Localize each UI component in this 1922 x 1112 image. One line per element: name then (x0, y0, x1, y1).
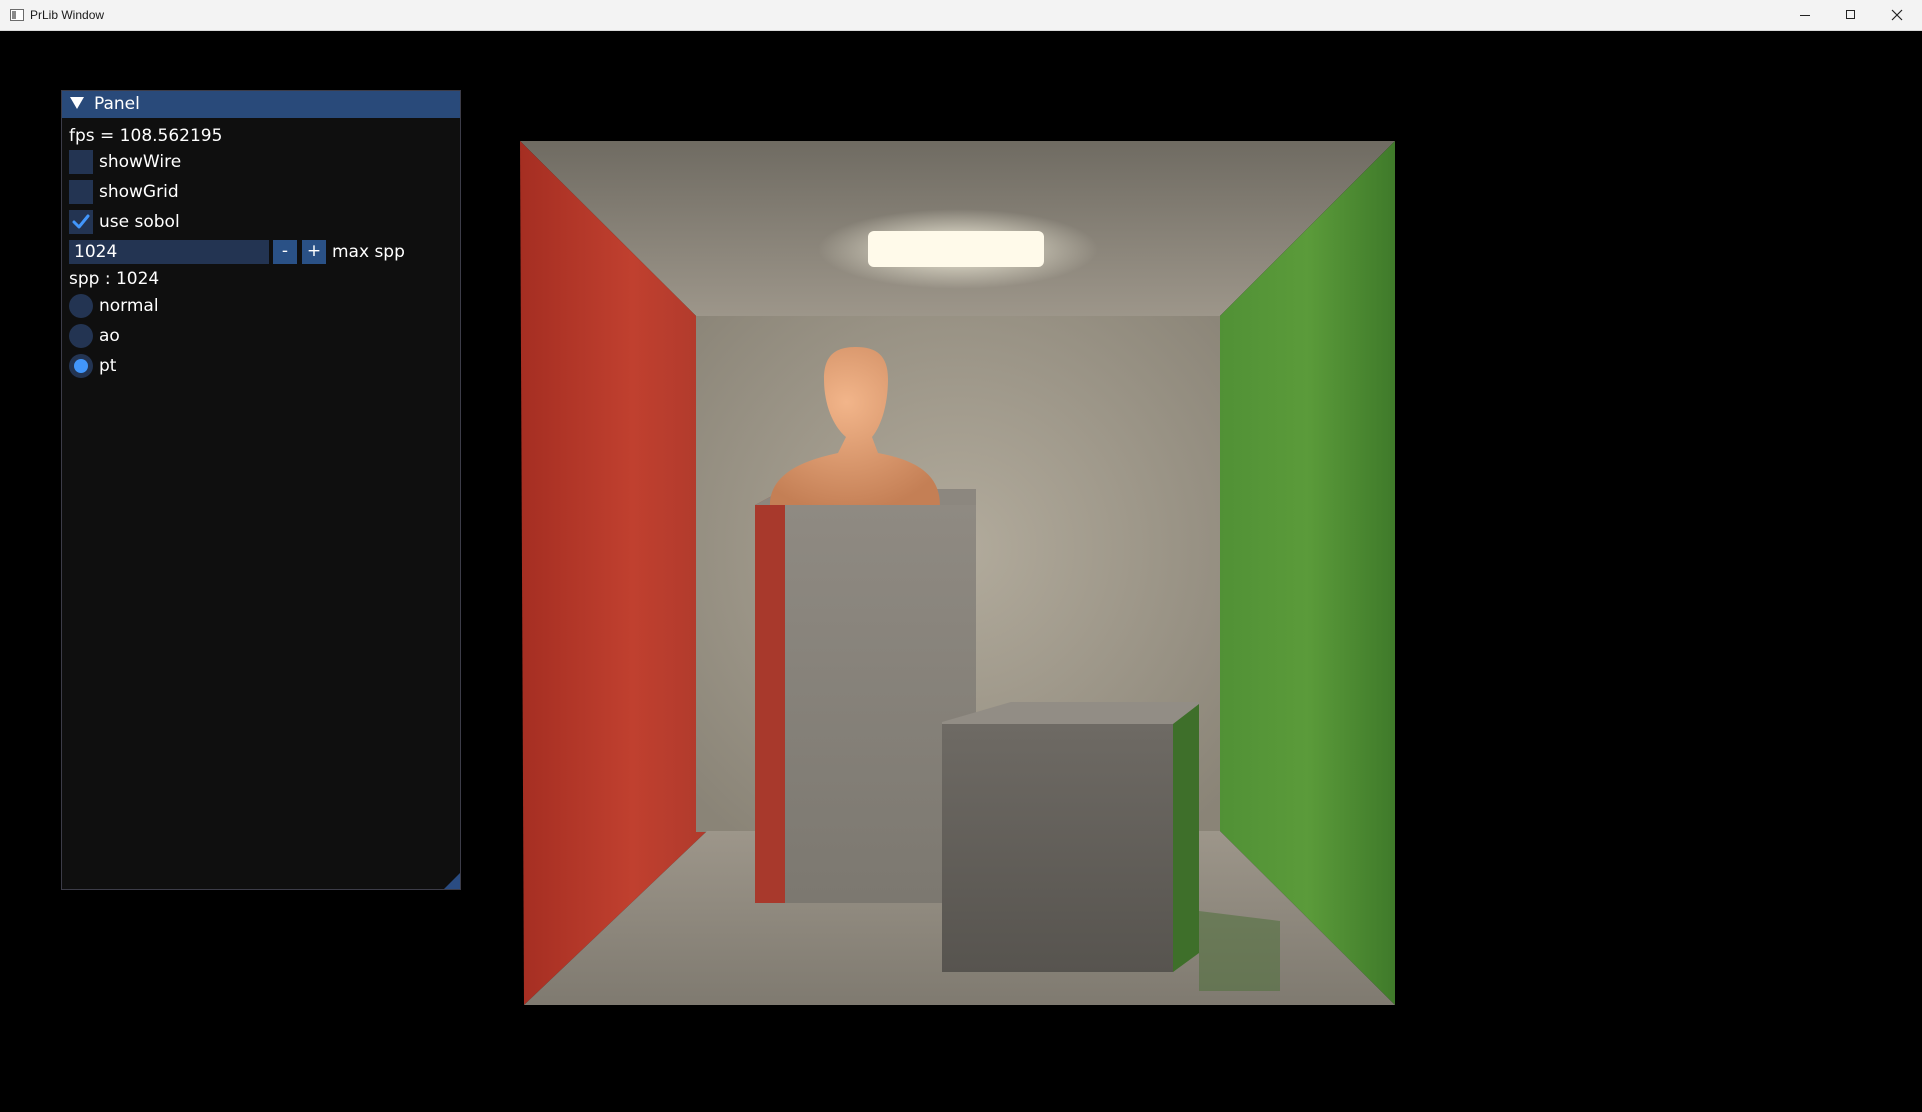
control-panel[interactable]: Panel fps = 108.562195 showWire showGrid… (61, 90, 461, 890)
checkmark-icon (72, 214, 90, 229)
short-box-front (942, 724, 1173, 972)
collapse-arrow-icon[interactable] (70, 97, 84, 109)
max-spp-decrement-button[interactable]: - (273, 240, 297, 264)
minimize-button[interactable] (1783, 0, 1829, 31)
panel-header[interactable]: Panel (62, 91, 460, 118)
show-grid-checkbox[interactable] (69, 180, 93, 204)
window-title: PrLib Window (30, 8, 105, 22)
max-spp-input[interactable]: 1024 (69, 240, 269, 264)
ceiling-light (868, 231, 1044, 267)
use-sobol-checkbox[interactable] (69, 210, 93, 234)
show-wire-checkbox[interactable] (69, 150, 93, 174)
max-spp-value: 1024 (74, 242, 118, 262)
radio-selected-dot (74, 359, 88, 373)
render-mode-pt-label: pt (99, 356, 117, 376)
cornell-box-render (520, 141, 1395, 1005)
render-mode-ao-label: ao (99, 326, 120, 346)
fps-readout: fps = 108.562195 (69, 126, 223, 146)
use-sobol-label: use sobol (99, 212, 180, 232)
render-mode-normal-label: normal (99, 296, 159, 316)
render-mode-ao-radio[interactable] (69, 324, 93, 348)
show-wire-label: showWire (99, 152, 182, 172)
close-icon (1891, 9, 1903, 21)
resize-grip-icon[interactable] (444, 873, 460, 889)
panel-title: Panel (94, 94, 140, 114)
render-mode-normal-radio[interactable] (69, 294, 93, 318)
short-box-shadow (1199, 911, 1280, 991)
tall-box-side (755, 489, 785, 903)
short-box-side (1173, 704, 1199, 972)
show-grid-label: showGrid (99, 182, 179, 202)
max-spp-increment-button[interactable]: + (302, 240, 326, 264)
maximize-button[interactable] (1828, 0, 1874, 31)
app-window-icon (10, 9, 24, 21)
title-bar: PrLib Window (0, 0, 1922, 31)
spp-readout: spp : 1024 (69, 269, 160, 289)
render-mode-pt-radio[interactable] (69, 354, 93, 378)
max-spp-label: max spp (332, 242, 405, 262)
close-button[interactable] (1874, 0, 1920, 31)
